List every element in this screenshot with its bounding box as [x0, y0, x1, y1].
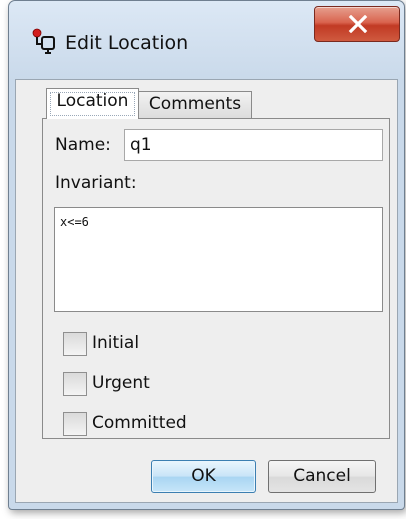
urgent-checkbox-label: Urgent: [92, 373, 150, 393]
close-button[interactable]: [314, 6, 400, 42]
initial-checkbox[interactable]: [63, 332, 87, 356]
tab-location[interactable]: Location: [46, 88, 139, 119]
close-icon: [348, 15, 368, 33]
window-title: Edit Location: [65, 32, 189, 54]
committed-checkbox[interactable]: [63, 412, 87, 436]
name-input[interactable]: [124, 129, 383, 161]
tab-comments-label: Comments: [148, 94, 242, 114]
committed-checkbox-label: Committed: [92, 413, 187, 433]
name-label: Name:: [55, 135, 111, 155]
ok-button[interactable]: OK: [151, 460, 256, 493]
invariant-textarea[interactable]: [54, 207, 383, 312]
tab-comments[interactable]: Comments: [138, 91, 252, 118]
location-tab-panel: Name: Invariant: Initial Urgent Committe…: [42, 118, 390, 439]
tab-location-label: Location: [56, 91, 129, 111]
dialog-client-area: Location Comments Name: Invariant: Initi…: [15, 79, 398, 503]
cancel-button[interactable]: Cancel: [268, 460, 376, 493]
urgent-checkbox[interactable]: [63, 372, 87, 396]
invariant-label: Invariant:: [55, 173, 137, 193]
edit-location-dialog: Edit Location Location Comments Name: In…: [8, 0, 405, 510]
initial-checkbox-label: Initial: [92, 333, 140, 353]
edit-location-icon: [32, 28, 55, 54]
title-bar[interactable]: Edit Location: [9, 1, 404, 81]
